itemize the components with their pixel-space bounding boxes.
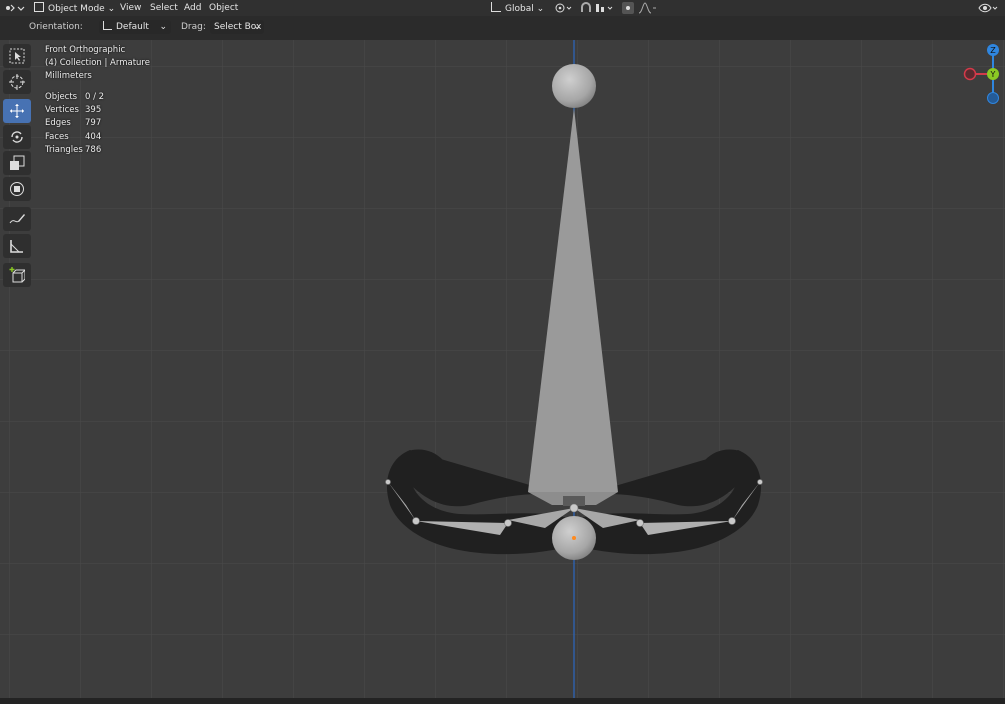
- proportional-editing-icon[interactable]: [622, 2, 634, 17]
- pivot-point-icon[interactable]: [554, 2, 574, 17]
- stat-triangles: Triangles 786: [45, 144, 101, 157]
- orientation-value: Default: [116, 22, 149, 32]
- editor-type-icon[interactable]: [4, 3, 26, 16]
- stat-label: Triangles: [45, 145, 83, 155]
- transform-orientation-icon: [491, 2, 501, 12]
- viewport-grid: [0, 40, 1005, 698]
- menu-view[interactable]: View: [120, 2, 141, 14]
- bone-joint: [504, 519, 512, 527]
- tool-add-cube[interactable]: [3, 263, 31, 287]
- orientation-dropdown[interactable]: Default ⌄: [99, 20, 171, 34]
- snap-increment-icon[interactable]: [595, 2, 617, 17]
- stat-value: 404: [85, 132, 102, 142]
- stat-value: 395: [85, 105, 102, 115]
- chevron-down-icon: ⌄: [107, 4, 116, 14]
- object-origin-dot: [572, 536, 576, 540]
- tool-scale[interactable]: [3, 151, 31, 175]
- tool-annotate[interactable]: [3, 207, 31, 231]
- view-name: Front Orthographic: [45, 45, 126, 55]
- stat-label: Faces: [45, 132, 69, 142]
- object-mode-icon: [34, 2, 44, 12]
- menu-select[interactable]: Select: [150, 2, 178, 14]
- stat-label: Objects: [45, 92, 78, 102]
- bone-joint: [636, 519, 644, 527]
- tool-select-box[interactable]: [3, 44, 31, 68]
- tool-rotate[interactable]: [3, 125, 31, 149]
- gizmo-z-bottom[interactable]: [987, 92, 999, 104]
- select-box-icon: [9, 48, 25, 64]
- stat-label: Vertices: [45, 105, 79, 115]
- object-mode-dropdown[interactable]: Object Mode ⌄: [34, 2, 115, 14]
- orientation-label: Orientation:: [29, 22, 83, 32]
- stat-faces: Faces 404: [45, 131, 101, 144]
- bone-joint: [412, 517, 420, 525]
- gizmo-x-neg[interactable]: [963, 67, 977, 81]
- transform-icon: [10, 182, 24, 196]
- bone-joint: [757, 479, 763, 485]
- tool-cursor[interactable]: [3, 70, 31, 94]
- drag-dropdown[interactable]: Select Box ⌄: [210, 20, 264, 34]
- 3d-viewport[interactable]: Z Y: [0, 40, 1005, 698]
- collection-info: (4) Collection | Armature: [45, 58, 150, 68]
- unit-system: Millimeters: [45, 71, 92, 81]
- stat-objects: Objects 0 / 2: [45, 91, 104, 104]
- snap-icon[interactable]: [579, 2, 593, 17]
- status-bar-edge: [0, 698, 1005, 704]
- gizmo-z-label: Z: [990, 46, 996, 55]
- gizmo-y-label: Y: [990, 70, 996, 79]
- tool-transform[interactable]: [3, 177, 31, 201]
- tool-move[interactable]: [3, 99, 31, 123]
- scale-icon: [10, 155, 25, 170]
- menu-add[interactable]: Add: [184, 2, 201, 14]
- chevron-down-icon: ⌄: [536, 4, 545, 14]
- transform-orientation-dropdown[interactable]: Global ⌄: [491, 2, 544, 14]
- add-cube-icon: [9, 267, 25, 283]
- stat-value: 797: [85, 118, 102, 128]
- bone-joint: [569, 503, 579, 513]
- stat-value: 786: [85, 145, 102, 155]
- bone-head-sphere: [552, 64, 596, 108]
- orientation-axes-icon: [103, 21, 112, 30]
- chevron-down-icon: ⌄: [159, 22, 167, 32]
- object-visibility-icon[interactable]: [978, 2, 1000, 17]
- falloff-icon[interactable]: [638, 2, 658, 17]
- cursor-icon: [9, 74, 25, 90]
- tool-measure[interactable]: [3, 234, 31, 258]
- transform-orientation-label: Global: [505, 4, 534, 14]
- bone-joint: [728, 517, 736, 525]
- move-icon: [10, 104, 24, 118]
- object-mode-label: Object Mode: [48, 4, 105, 14]
- viewport-header: Object Mode ⌄ View Select Add Object Glo…: [0, 0, 1005, 16]
- drag-label: Drag:: [181, 22, 206, 32]
- viewport-canvas[interactable]: Z Y: [0, 40, 1005, 698]
- chevron-down-icon: ⌄: [253, 22, 261, 32]
- rotate-icon: [11, 131, 23, 143]
- stat-edges: Edges 797: [45, 117, 101, 130]
- stat-vertices: Vertices 395: [45, 104, 101, 117]
- bone-joint: [385, 479, 391, 485]
- measure-icon: [10, 240, 23, 253]
- annotate-icon: [9, 214, 25, 224]
- tool-settings-bar: Orientation: Default ⌄ Drag: Select Box ⌄: [0, 16, 1005, 40]
- stat-value: 0 / 2: [85, 92, 105, 102]
- menu-object[interactable]: Object: [209, 2, 238, 14]
- stat-label: Edges: [45, 118, 71, 128]
